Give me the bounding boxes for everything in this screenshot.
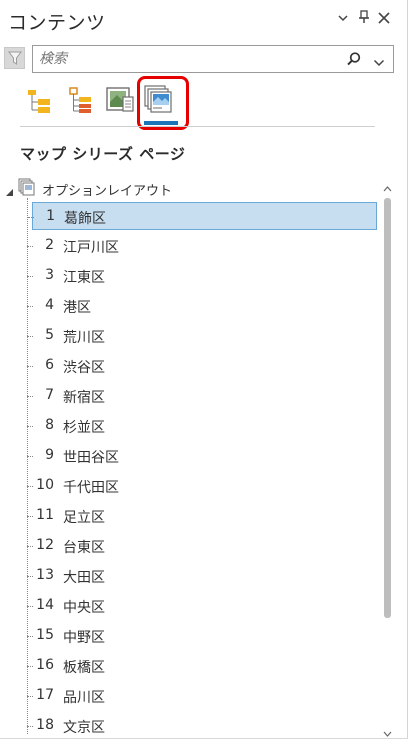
- page-name: 品川区: [63, 690, 105, 706]
- page-row[interactable]: 15 中野区: [27, 622, 377, 650]
- page-row[interactable]: 5 荒川区: [27, 322, 377, 350]
- drawing-order-icon[interactable]: [22, 80, 58, 120]
- page-name: 足立区: [63, 510, 105, 526]
- highlight-annotation: [137, 76, 189, 130]
- page-row[interactable]: 4 港区: [27, 292, 377, 320]
- contents-pane: コンテンツ 検索 マップ シリーズ ページ オプションレイアウト 1 葛飾区 2…: [0, 0, 408, 745]
- page-number: 11: [36, 507, 54, 523]
- tree-root-label: オプションレイアウト: [42, 184, 173, 199]
- pane-title: コンテンツ: [8, 12, 106, 34]
- page-name: 大田区: [63, 570, 105, 586]
- page-row[interactable]: 16 板橋区: [27, 652, 377, 680]
- page-name: 港区: [63, 300, 91, 316]
- page-number: 5: [45, 327, 54, 343]
- page-name: 新宿区: [63, 390, 105, 406]
- pin-icon[interactable]: [355, 10, 373, 30]
- chevron-down-icon[interactable]: [334, 10, 352, 30]
- pane-bottom-edge: [0, 738, 408, 745]
- layout-pages-icon: [18, 178, 36, 196]
- page-name: 江戸川区: [63, 240, 119, 256]
- page-row[interactable]: 2 江戸川区: [27, 232, 377, 260]
- vertical-scrollbar[interactable]: [380, 174, 394, 737]
- filter-icon[interactable]: [4, 47, 25, 69]
- page-row[interactable]: 3 江東区: [27, 262, 377, 290]
- page-number: 8: [45, 417, 54, 433]
- page-row[interactable]: 17 品川区: [27, 682, 377, 710]
- section-title: マップ シリーズ ページ: [20, 145, 186, 163]
- chevron-down-icon[interactable]: [373, 53, 387, 67]
- page-number: 14: [36, 597, 54, 613]
- page-row[interactable]: 8 杉並区: [27, 412, 377, 440]
- page-name: 江東区: [63, 270, 105, 286]
- page-number: 1: [46, 208, 55, 224]
- page-row[interactable]: 13 大田区: [27, 562, 377, 590]
- page-name: 葛飾区: [64, 211, 106, 227]
- source-list-icon[interactable]: [64, 80, 100, 120]
- page-name: 中野区: [63, 630, 105, 646]
- page-number: 10: [36, 477, 54, 493]
- page-name: 千代田区: [63, 480, 119, 496]
- page-name: 台東区: [63, 540, 105, 556]
- page-number: 9: [45, 447, 54, 463]
- page-row[interactable]: 14 中央区: [27, 592, 377, 620]
- page-number: 2: [45, 237, 54, 253]
- scrollbar-thumb[interactable]: [384, 198, 391, 618]
- page-number: 17: [36, 687, 54, 703]
- page-name: 荒川区: [63, 330, 105, 346]
- page-name: 世田谷区: [63, 450, 119, 466]
- title-bar: コンテンツ: [0, 0, 408, 40]
- page-number: 18: [36, 717, 54, 733]
- divider: [20, 126, 375, 127]
- page-row[interactable]: 7 新宿区: [27, 382, 377, 410]
- search-input[interactable]: [39, 49, 329, 69]
- page-row[interactable]: 18 文京区: [27, 712, 377, 734]
- page-row[interactable]: 10 千代田区: [27, 472, 377, 500]
- tree-connector: [27, 198, 28, 734]
- page-number: 13: [36, 567, 54, 583]
- page-number: 3: [45, 267, 54, 283]
- page-number: 4: [45, 297, 54, 313]
- page-name: 杉並区: [63, 420, 105, 436]
- page-number: 12: [36, 537, 54, 553]
- page-number: 7: [45, 387, 54, 403]
- tree-root[interactable]: オプションレイアウト: [0, 176, 370, 200]
- search-icon[interactable]: [346, 51, 362, 67]
- page-row[interactable]: 11 足立区: [27, 502, 377, 530]
- page-name: 板橋区: [63, 660, 105, 676]
- page-number: 15: [36, 627, 54, 643]
- close-icon[interactable]: [375, 10, 393, 30]
- page-number: 16: [36, 657, 54, 673]
- page-row[interactable]: 6 渋谷区: [27, 352, 377, 380]
- map-frame-icon[interactable]: [102, 80, 138, 120]
- page-name: 文京区: [63, 720, 105, 734]
- page-number: 6: [45, 357, 54, 373]
- page-row[interactable]: 1 葛飾区: [28, 202, 377, 230]
- page-row[interactable]: 9 世田谷区: [27, 442, 377, 470]
- collapse-triangle-icon[interactable]: [5, 182, 14, 196]
- search-box: [32, 45, 394, 73]
- page-row[interactable]: 12 台東区: [27, 532, 377, 560]
- page-tree: オプションレイアウト 1 葛飾区 2 江戸川区 3 江東区 4 港区 5 荒川区 6 渋谷区 7 新宿区 8…: [0, 174, 378, 734]
- page-name: 中央区: [63, 600, 105, 616]
- scroll-up-icon[interactable]: [383, 177, 392, 196]
- page-name: 渋谷区: [63, 360, 105, 376]
